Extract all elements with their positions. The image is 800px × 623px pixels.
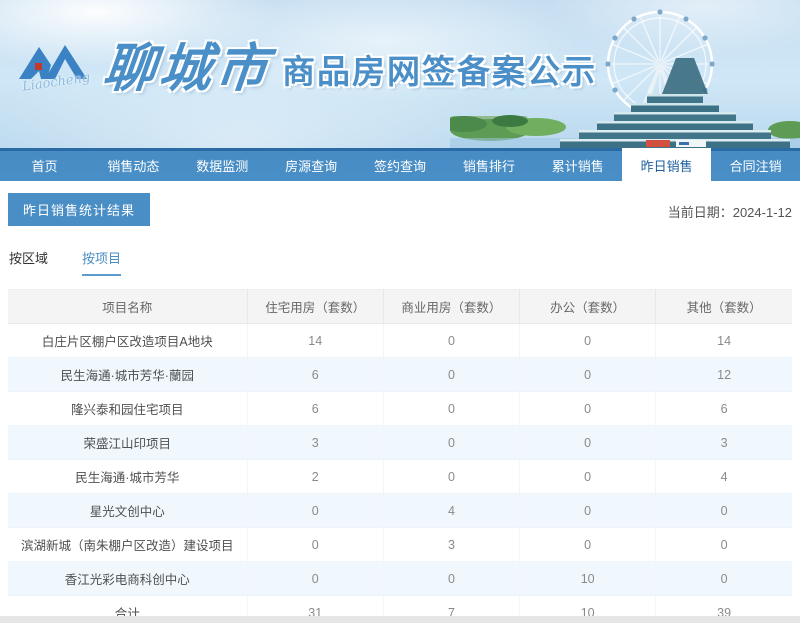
value-cell: 0: [247, 527, 384, 562]
nav-item-yesterday-sales[interactable]: 昨日销售: [622, 148, 712, 181]
current-date-label: 当前日期：: [667, 205, 733, 220]
sales-table: 项目名称 住宅用房（套数） 商业用房（套数） 办公（套数） 其他（套数） 白庄片区棚户区…: [8, 289, 792, 623]
footer-strip: [0, 616, 800, 623]
project-name-cell: 民生海通·城市芳华·蘭园: [8, 357, 248, 392]
value-cell: 0: [383, 425, 521, 460]
value-cell: 0: [383, 561, 521, 596]
value-cell: 4: [383, 493, 521, 528]
project-name-cell: 民生海通·城市芳华: [8, 459, 248, 494]
tab-by-project[interactable]: 按项目: [82, 248, 122, 276]
main-nav: 首页 销售动态 数据监测 房源查询 签约查询 销售排行 累计销售 昨日销售 合同注销: [0, 148, 800, 181]
liaocheng-logo: Liaocheng: [14, 37, 98, 95]
value-cell: 0: [655, 527, 792, 562]
value-cell: 0: [655, 493, 792, 528]
content: 昨日销售统计结果 当前日期：2024-1-12 按区域 按项目 项目名称 住宅用房（…: [0, 181, 800, 623]
nav-item-signing-query[interactable]: 签约查询: [356, 148, 445, 181]
value-cell: 3: [655, 425, 792, 460]
nav-item-contract-cancel[interactable]: 合同注销: [711, 148, 800, 181]
column-header: 商业用房（套数）: [383, 289, 521, 324]
view-tabs: 按区域 按项目: [8, 248, 792, 276]
table-row: 民生海通·城市芳华·蘭园 6 0 0 12: [8, 357, 792, 392]
table-row: 星光文创中心 0 4 0 0: [8, 493, 792, 528]
value-cell: 0: [655, 561, 792, 596]
table-header-row: 项目名称 住宅用房（套数） 商业用房（套数） 办公（套数） 其他（套数）: [8, 289, 792, 324]
nav-item-listings-query[interactable]: 房源查询: [267, 148, 356, 181]
column-header: 住宅用房（套数）: [247, 289, 384, 324]
table-row: 民生海通·城市芳华 2 0 0 4: [8, 459, 792, 494]
current-date: 当前日期：2024-1-12: [668, 202, 792, 221]
value-cell: 0: [383, 391, 521, 426]
column-header: 其他（套数）: [655, 289, 792, 324]
section-title-badge: 昨日销售统计结果: [8, 193, 151, 226]
nav-item-cumulative-sales[interactable]: 累计销售: [533, 148, 622, 181]
table-row: 香江光彩电商科创中心 0 0 10 0: [8, 561, 792, 596]
value-cell: 0: [247, 493, 384, 528]
value-cell: 14: [655, 323, 792, 358]
column-header: 办公（套数）: [519, 289, 657, 324]
table-row: 白庄片区棚户区改造项目A地块 14 0 0 14: [8, 323, 792, 358]
table-row: 荣盛江山印项目 3 0 0 3: [8, 425, 792, 460]
value-cell: 2: [247, 459, 384, 494]
project-name-cell: 白庄片区棚户区改造项目A地块: [8, 323, 248, 358]
value-cell: 10: [519, 561, 657, 596]
current-date-value: 2024-1-12: [732, 205, 792, 220]
value-cell: 3: [247, 425, 384, 460]
value-cell: 0: [519, 323, 657, 358]
value-cell: 0: [519, 391, 657, 426]
value-cell: 0: [383, 357, 521, 392]
value-cell: 6: [655, 391, 792, 426]
site-title: 商品房网签备案公示: [282, 52, 598, 90]
site-banner: Liaocheng 聊城市 商品房网签备案公示: [0, 0, 800, 148]
table-row: 滨湖新城（南朱棚户区改造）建设项目 0 3 0 0: [8, 527, 792, 562]
project-name-cell: 香江光彩电商科创中心: [8, 561, 248, 596]
value-cell: 0: [519, 425, 657, 460]
value-cell: 14: [247, 323, 384, 358]
nav-item-data-monitoring[interactable]: 数据监测: [178, 148, 267, 181]
value-cell: 0: [383, 323, 521, 358]
value-cell: 0: [519, 527, 657, 562]
value-cell: 4: [655, 459, 792, 494]
column-header: 项目名称: [8, 289, 248, 324]
nav-item-sales-trends[interactable]: 销售动态: [89, 148, 178, 181]
value-cell: 0: [383, 459, 521, 494]
page: Liaocheng 聊城市 商品房网签备案公示 首页 销售动态 数据监测 房源查询 签约…: [0, 0, 800, 623]
value-cell: 6: [247, 357, 384, 392]
tab-by-region[interactable]: 按区域: [9, 248, 48, 276]
value-cell: 0: [519, 459, 657, 494]
project-name-cell: 星光文创中心: [8, 493, 248, 528]
value-cell: 12: [655, 357, 792, 392]
value-cell: 0: [519, 493, 657, 528]
nav-item-sales-ranking[interactable]: 销售排行: [444, 148, 533, 181]
value-cell: 6: [247, 391, 384, 426]
project-name-cell: 滨湖新城（南朱棚户区改造）建设项目: [8, 527, 248, 562]
nav-item-home[interactable]: 首页: [0, 148, 89, 181]
value-cell: 0: [519, 357, 657, 392]
value-cell: 0: [247, 561, 384, 596]
project-name-cell: 隆兴泰和园住宅项目: [8, 391, 248, 426]
project-name-cell: 荣盛江山印项目: [8, 425, 248, 460]
table-row: 隆兴泰和园住宅项目 6 0 0 6: [8, 391, 792, 426]
value-cell: 3: [383, 527, 521, 562]
site-city-name: 聊城市: [100, 38, 275, 99]
